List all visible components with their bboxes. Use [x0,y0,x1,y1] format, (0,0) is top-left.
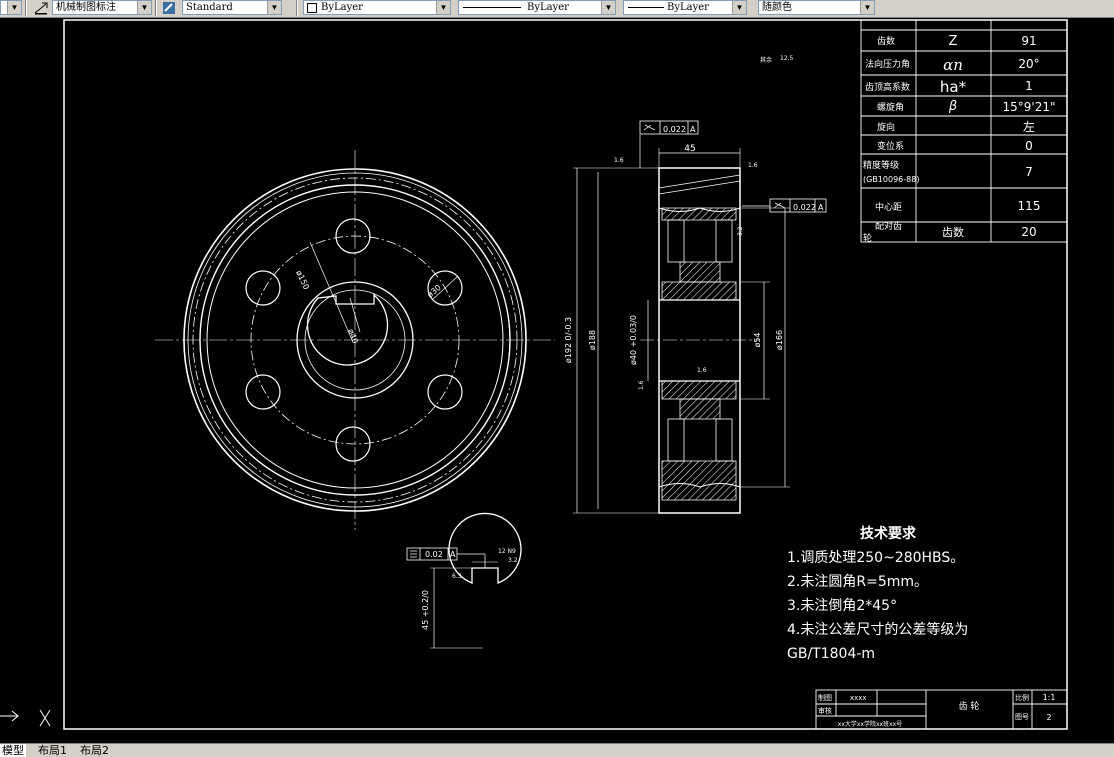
title-block-text: 制图 xxxx 审核 齿 轮 比例 1:1 图号 2 xx大学xx学院xx班xx… [818,693,1055,728]
svg-text:20: 20 [1021,225,1036,239]
plot-style-select[interactable]: 随颜色 ▼ [758,0,875,15]
roughness-mark: 1.6 [614,157,624,164]
technical-requirements: 技术要求 1.调质处理250~280HBS。 2.未注圆角R=5mm。 3.未注… [787,525,968,662]
runout-tolerance-top: 0.022 [663,125,686,134]
drawing-canvas[interactable]: ø30 ø40 ø150 45 0.022 A 0.022 A ø192 0/-… [0,17,1114,743]
outer-diameter-dimension: ø192 0/-0.3 [564,317,573,363]
bore-dimension: ø40 +0.03/0 [629,315,638,365]
key-width-tolerance: 12 N9 [498,548,516,555]
svg-text:xxxx: xxxx [850,694,867,702]
keyway-roughness: 3.2 [508,557,518,564]
roughness-mark: 1.6 [638,380,645,390]
rim-dimension: ø166 [775,330,784,350]
layer-color-select[interactable]: ByLayer ▼ [303,0,451,15]
svg-text:齿 轮: 齿 轮 [959,700,980,712]
svg-text:制图: 制图 [818,693,832,702]
layout-tabs: 模型 布局1 布局2 [0,743,1114,757]
roughness-mark: 1.6 [748,162,758,169]
roughness-mark: 1.6 [697,367,707,374]
tab-layout1[interactable]: 布局1 [36,744,69,757]
lineweight-sample-icon [628,7,664,8]
properties-toolbar: ▼ 机械制图标注 ▼ Standard ▼ ByLayer ▼ ByLayer ▼ By… [0,0,1114,18]
roughness-mark: 3.2 [737,226,744,236]
svg-text:比例: 比例 [1015,693,1029,702]
key-depth-dimension: 45 +0.2/0 [421,590,430,630]
toolbar-separator [155,0,157,16]
svg-text:精度等级: 精度等级 [863,159,899,171]
text-style-select[interactable]: Standard ▼ [182,0,282,15]
tech-req-item: 1.调质处理250~280HBS。 [787,550,964,566]
svg-text:中心距: 中心距 [875,201,902,213]
symmetry-datum: A [450,550,456,559]
pitch-circle-dimension: ø150 [294,269,311,291]
text-style-icon[interactable] [162,1,176,15]
svg-text:轮: 轮 [863,232,872,244]
gear-section-view [573,120,827,514]
hub-dimension: ø54 [753,332,762,347]
other-roughness-label: 其余 [760,56,772,64]
svg-text:旋向: 旋向 [877,121,895,133]
svg-text:(GB10096-88): (GB10096-88) [863,175,919,184]
svg-text:91: 91 [1021,34,1036,48]
tech-req-item: 4.未注公差尺寸的公差等级为 [787,621,968,638]
svg-text:115: 115 [1018,199,1041,213]
svg-text:1:1: 1:1 [1043,693,1056,702]
toolbar-separator [25,0,27,16]
toolbar-dropdown-left[interactable]: ▼ [0,0,22,15]
ucs-axis-icon [0,709,51,727]
svg-text:1: 1 [1025,79,1033,93]
svg-text:法向压力角: 法向压力角 [865,58,910,70]
svg-text:20°: 20° [1018,57,1039,71]
tech-req-title: 技术要求 [860,525,917,542]
tab-layout2[interactable]: 布局2 [78,744,111,757]
svg-text:Z: Z [949,34,958,49]
datum-label-side: A [818,203,824,212]
svg-text:xx大学xx学院xx班xx号: xx大学xx学院xx班xx号 [838,720,902,728]
color-swatch-icon [307,3,317,13]
svg-text:2: 2 [1046,713,1051,722]
tech-req-item: 2.未注圆角R=5mm。 [787,574,928,590]
svg-text:配对齿: 配对齿 [875,220,902,232]
svg-text:齿数: 齿数 [942,226,964,239]
other-roughness-value: 12.5 [780,55,794,62]
dimension-style-icon[interactable] [34,1,48,15]
svg-text:图号: 图号 [1015,713,1029,721]
width-dimension: 45 [684,144,695,154]
root-diameter-dimension: ø188 [588,330,597,350]
svg-text:审核: 审核 [818,706,832,715]
bore-dimension-front: ø40 [346,328,360,345]
svg-text:0: 0 [1025,139,1033,153]
svg-text:β: β [948,99,957,114]
svg-text:齿顶高系数: 齿顶高系数 [865,81,910,93]
tech-req-item: GB/T1804-m [787,646,875,662]
datum-label-top: A [690,125,696,134]
svg-text:15°9'21": 15°9'21" [1003,100,1056,114]
runout-tolerance-side: 0.022 [793,203,816,212]
svg-text:ha*: ha* [940,78,967,96]
svg-text:左: 左 [1023,119,1035,134]
dimension-style-select[interactable]: 机械制图标注 ▼ [52,0,152,15]
linetype-sample-icon [463,7,521,8]
symmetry-tolerance: 0.02 [425,550,443,559]
svg-text:螺旋角: 螺旋角 [877,101,904,113]
keyway-roughness: 6.3 [452,573,462,580]
linetype-select[interactable]: ByLayer ▼ [458,0,616,15]
svg-text:αn: αn [943,56,963,74]
svg-text:齿数: 齿数 [877,35,895,47]
tech-req-item: 3.未注倒角2*45° [787,598,897,614]
svg-text:7: 7 [1025,165,1033,179]
lineweight-select[interactable]: ByLayer ▼ [623,0,747,15]
toolbar-separator [296,0,298,16]
tab-model[interactable]: 模型 [0,744,26,757]
gear-table-text: 齿数 Z 91 法向压力角 αn 20° 齿顶高系数 ha* 1 螺旋角 β 1… [863,34,1056,244]
svg-text:变位系: 变位系 [877,140,904,152]
